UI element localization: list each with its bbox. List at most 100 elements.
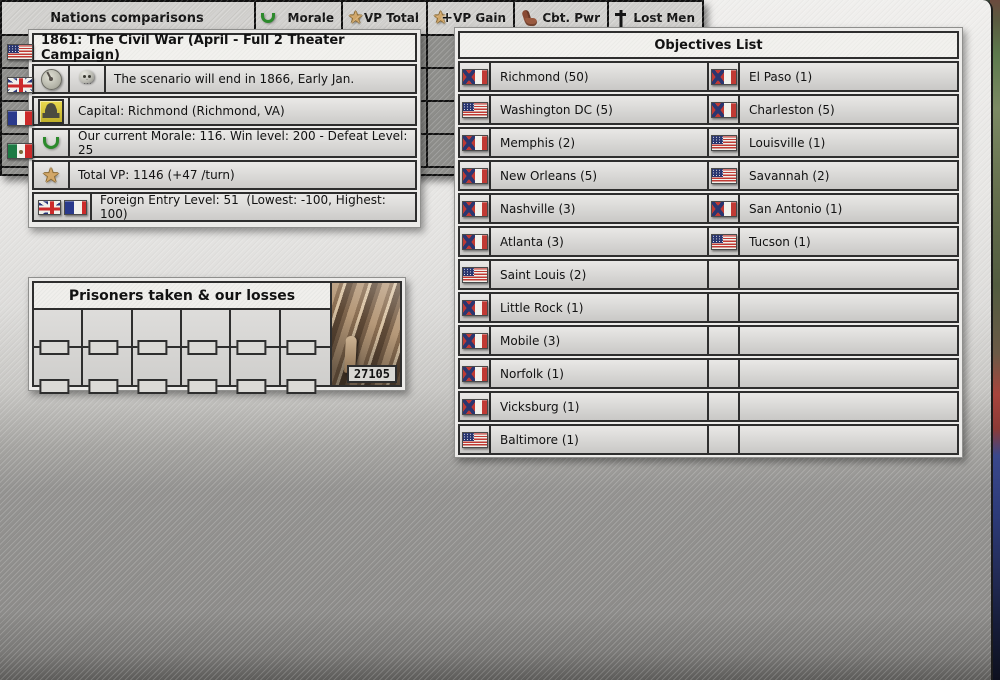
objective-row[interactable]: Mobile (3) [458,325,959,356]
loss-slot [236,379,267,394]
skull-icon-cell [70,66,106,92]
objective-flag-cell [460,327,491,354]
prisoner-cell [34,310,84,355]
objective-flag-cell [460,96,491,123]
foreign-flags-cell [34,194,92,220]
objective-label: Louisville (1) [749,135,826,150]
objective-label [740,261,957,288]
star-icon: ★ [42,163,60,187]
objective-flag-icon [710,233,737,250]
losses-count-badge: 27105 [346,365,397,383]
loss-slot [88,339,119,355]
objective-flag-cell [709,426,740,453]
morale-text: Our current Morale: 116. Win level: 200 … [78,129,412,157]
objectives-title: Objectives List [458,31,959,59]
objective-flag-cell [460,261,491,288]
objective-flag-icon [461,299,488,316]
objective-row[interactable]: Memphis (2) Louisville (1) [458,127,959,158]
skull-icon [77,69,97,89]
capitol-icon-cell [34,98,70,124]
foreign-entry-text: Foreign Entry Level: 51 (Lowest: -100, H… [100,193,390,221]
loss-slot [236,339,267,355]
objective-label: Little Rock (1) [491,294,709,321]
objective-flag-icon [710,134,737,151]
objective-label: Tucson (1) [749,234,811,249]
cross-icon [614,10,627,27]
objectives-panel: Objectives List Richmond (50) El Paso (1… [454,27,963,458]
objective-label [740,327,957,354]
objective-label: Atlanta (3) [491,228,709,255]
prisoners-grid [34,310,330,394]
plus-icon: + [441,10,453,26]
loss-slot [137,339,168,355]
objective-row[interactable]: Norfolk (1) [458,358,959,389]
objective-label: Saint Louis (2) [491,261,709,288]
objective-row[interactable]: Baltimore (1) [458,424,959,455]
column-label: Morale [287,11,334,25]
objective-flag-icon [461,332,488,349]
objective-label: Baltimore (1) [491,426,709,453]
wreath-icon-cell [34,130,70,156]
objective-row[interactable]: Vicksburg (1) [458,391,959,422]
objective-row[interactable]: Atlanta (3) Tucson (1) [458,226,959,257]
scenario-panel: 1861: The Civil War (April - Full 2 Thea… [28,29,421,228]
objective-label: Memphis (2) [491,129,709,156]
objective-label [740,393,957,420]
objective-flag-cell [460,393,491,420]
objective-label: Washington DC (5) [491,96,709,123]
ledger-overlay: 1861: The Civil War (April - Full 2 Thea… [0,0,993,680]
objective-flag-cell [709,327,740,354]
objective-row[interactable]: Little Rock (1) [458,292,959,323]
objective-flag-cell [709,393,740,420]
column-label: VP Gain [453,11,506,25]
objective-flag-icon [461,233,488,250]
objective-flag-icon [461,266,488,283]
prisoners-left: Prisoners taken & our losses [34,283,330,394]
arm-strength-icon [520,10,538,26]
loss-slot [286,339,317,355]
scenario-row-morale: Our current Morale: 116. Win level: 200 … [32,128,417,158]
prisoners-title: Prisoners taken & our losses [34,283,330,310]
scenario-title: 1861: The Civil War (April - Full 2 Thea… [32,33,417,63]
loss-slot [88,379,119,394]
loss-slot [137,379,168,394]
loss-slot [187,339,218,355]
loss-slot [39,339,70,355]
objective-row[interactable]: Washington DC (5) Charleston (5) [458,94,959,125]
objective-label: Savannah (2) [749,168,830,183]
prisoner-cell [231,310,281,355]
objective-row[interactable]: Nashville (3) San Antonio (1) [458,193,959,224]
objective-flag-icon [710,167,737,184]
objective-flag-cell [460,294,491,321]
loss-slot [187,379,218,394]
prisoner-cell [280,310,330,355]
scenario-end-text: The scenario will end in 1866, Early Jan… [114,72,355,86]
scenario-row-end-date: The scenario will end in 1866, Early Jan… [32,64,417,94]
objective-label: San Antonio (1) [749,201,843,216]
loss-slot [39,379,70,394]
objective-flag-icon [710,101,737,118]
cemetery-photo: 27105 [330,283,400,385]
objective-flag-icon [461,68,488,85]
objective-label: Richmond (50) [491,63,709,90]
objective-flag-cell [709,228,740,255]
column-label: Cbt. Pwr [542,11,600,25]
scenario-row-foreign-entry: Foreign Entry Level: 51 (Lowest: -100, H… [32,192,417,222]
objective-flag-cell [460,129,491,156]
objective-flag-icon [461,167,488,184]
objective-flag-icon [461,431,488,448]
loss-slot [286,379,317,394]
objective-flag-icon [461,200,488,217]
objective-flag-icon [461,398,488,415]
objective-row[interactable]: Richmond (50) El Paso (1) [458,61,959,92]
objective-row[interactable]: Saint Louis (2) [458,259,959,290]
star-icon-cell: ★ [34,162,70,188]
scenario-row-capital: Capital: Richmond (Richmond, VA) [32,96,417,126]
objective-flag-icon [461,134,488,151]
objective-label: Charleston (5) [749,102,835,117]
objective-row[interactable]: New Orleans (5) Savannah (2) [458,160,959,191]
objective-flag-cell [460,360,491,387]
objective-label: El Paso (1) [749,69,813,84]
star-icon: ★ [348,7,364,28]
objective-label: New Orleans (5) [491,162,709,189]
